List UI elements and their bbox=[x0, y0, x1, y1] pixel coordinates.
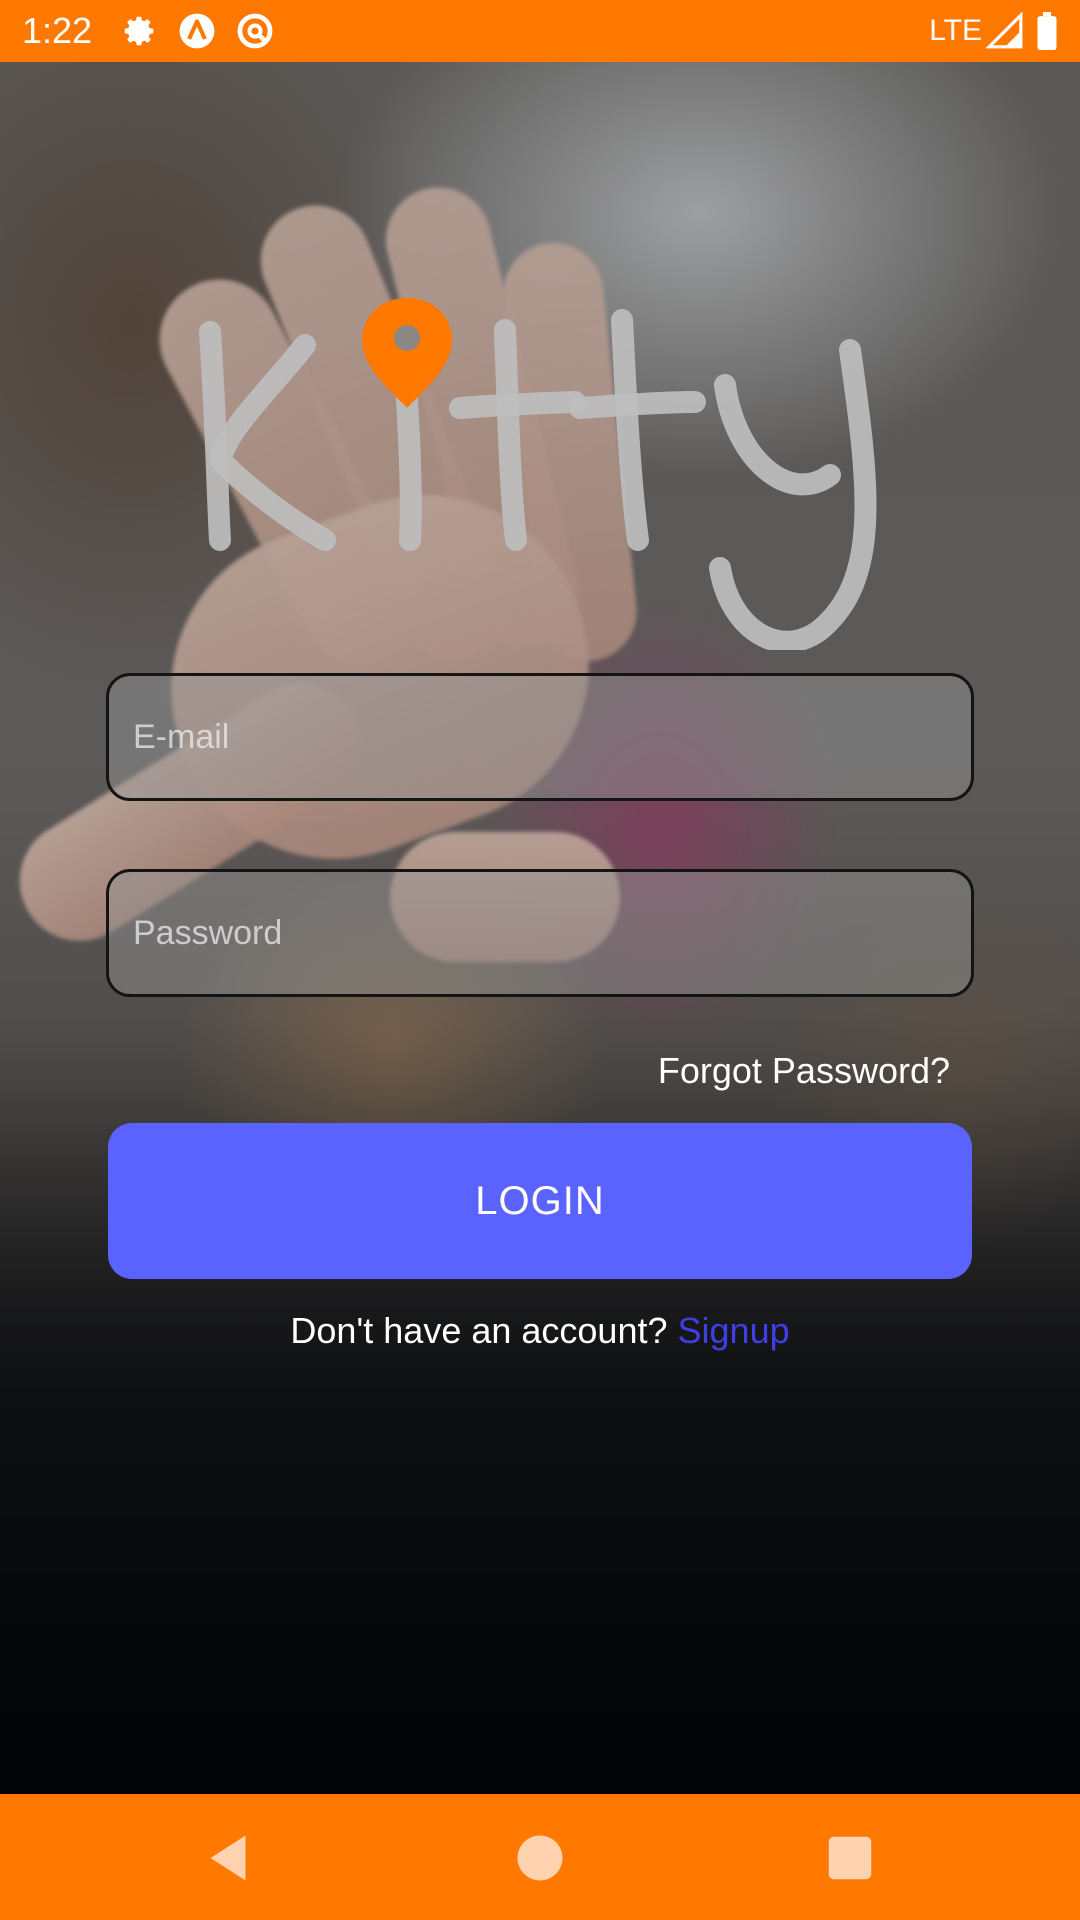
forgot-password-link[interactable]: Forgot Password? bbox=[658, 1050, 950, 1092]
android-studio-icon bbox=[179, 13, 215, 49]
status-bar: 1:22 LTE bbox=[0, 0, 1080, 62]
location-pin-icon bbox=[362, 298, 452, 408]
login-button[interactable]: LOGIN bbox=[108, 1123, 972, 1279]
email-field[interactable] bbox=[106, 673, 974, 801]
kitty-logo bbox=[199, 298, 877, 650]
network-type: LTE bbox=[929, 14, 982, 47]
email-input[interactable] bbox=[109, 676, 971, 798]
back-icon[interactable] bbox=[198, 1828, 258, 1888]
login-button-label: LOGIN bbox=[475, 1178, 605, 1223]
signup-link[interactable]: Signup bbox=[678, 1310, 790, 1351]
navigation-bar bbox=[0, 1794, 1080, 1920]
battery-icon bbox=[1037, 12, 1057, 50]
status-time: 1:22 bbox=[22, 10, 93, 51]
recents-icon[interactable] bbox=[820, 1828, 880, 1888]
signup-prompt: Don't have an account? bbox=[290, 1310, 668, 1351]
signup-row: Don't have an account? Signup bbox=[0, 1310, 1080, 1352]
home-icon[interactable] bbox=[510, 1828, 570, 1888]
signal-icon bbox=[986, 12, 1023, 49]
password-input[interactable] bbox=[109, 872, 971, 994]
no-disturb-icon bbox=[237, 13, 273, 49]
login-screen: 1:22 LTE E-mail Forgot Password? LOGIN D… bbox=[0, 0, 1080, 1920]
password-field[interactable] bbox=[106, 869, 974, 997]
gear-icon bbox=[124, 16, 154, 46]
